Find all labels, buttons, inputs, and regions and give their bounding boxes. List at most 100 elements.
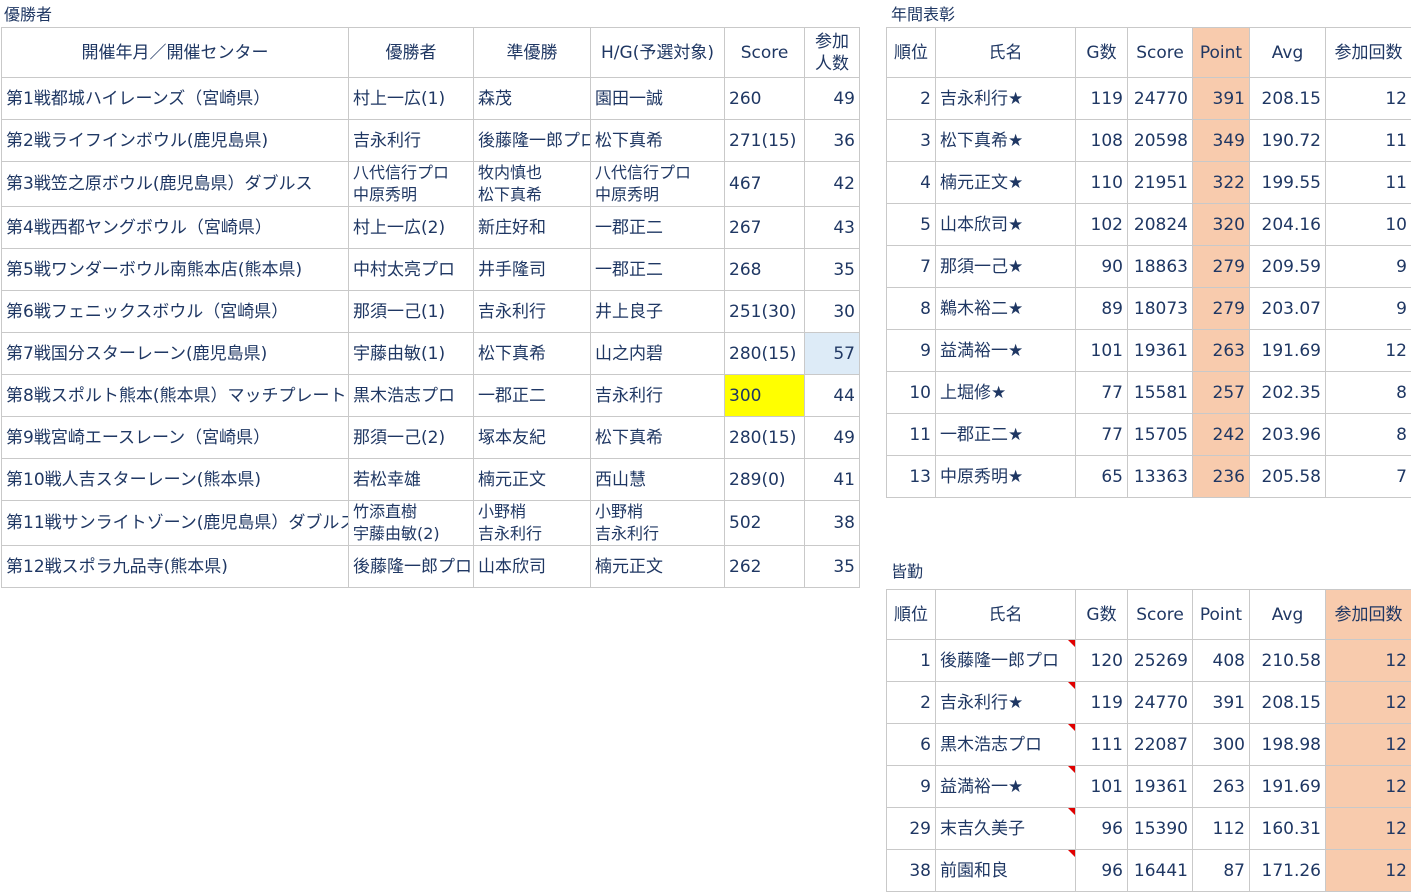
annual-games-cell[interactable]: 101 [1075, 329, 1128, 372]
attendance-point-cell[interactable]: 112 [1192, 807, 1250, 850]
attendance-count-cell[interactable]: 12 [1325, 765, 1411, 808]
annual-point-cell[interactable]: 242 [1192, 413, 1250, 456]
runner-cell[interactable]: 森茂 [473, 77, 591, 120]
annual-avg-cell[interactable]: 202.35 [1249, 371, 1326, 414]
annual-header-score[interactable]: Score [1127, 27, 1193, 78]
annual-name-cell[interactable]: 楠元正文★ [935, 161, 1076, 204]
participants-cell[interactable]: 49 [804, 416, 860, 459]
attendance-rank-cell[interactable]: 38 [886, 849, 936, 892]
attendance-point-cell[interactable]: 87 [1192, 849, 1250, 892]
header-participants[interactable]: 参加 人数 [804, 27, 860, 78]
annual-score-cell[interactable]: 15581 [1127, 371, 1193, 414]
winner-cell[interactable]: 吉永利行 [348, 119, 474, 162]
score-cell[interactable]: 289(0) [724, 458, 805, 501]
runner-cell[interactable]: 井手隆司 [473, 248, 591, 291]
hg-cell[interactable]: 園田一誠 [590, 77, 725, 120]
annual-count-cell[interactable]: 7 [1325, 455, 1411, 498]
header-winner[interactable]: 優勝者 [348, 27, 474, 78]
runner-cell[interactable]: 一郡正二 [473, 374, 591, 417]
annual-games-cell[interactable]: 77 [1075, 413, 1128, 456]
attendance-avg-cell[interactable]: 191.69 [1249, 765, 1326, 808]
attendance-header-score[interactable]: Score [1127, 589, 1193, 640]
attendance-score-cell[interactable]: 19361 [1127, 765, 1193, 808]
attendance-games-cell[interactable]: 111 [1075, 723, 1128, 766]
header-runner-up[interactable]: 準優勝 [473, 27, 591, 78]
event-cell[interactable]: 第7戦国分スターレーン(鹿児島県) [1, 332, 349, 375]
annual-point-cell[interactable]: 257 [1192, 371, 1250, 414]
attendance-name-cell[interactable]: 黒木浩志プロ [935, 723, 1076, 766]
annual-name-cell[interactable]: 益満裕一★ [935, 329, 1076, 372]
runner-cell[interactable]: 牧内慎也 松下真希 [473, 161, 591, 207]
annual-count-cell[interactable]: 8 [1325, 413, 1411, 456]
event-cell[interactable]: 第9戦宮崎エースレーン（宮崎県） [1, 416, 349, 459]
annual-games-cell[interactable]: 89 [1075, 287, 1128, 330]
participants-cell[interactable]: 42 [804, 161, 860, 207]
participants-cell[interactable]: 43 [804, 206, 860, 249]
annual-score-cell[interactable]: 24770 [1127, 77, 1193, 120]
attendance-games-cell[interactable]: 119 [1075, 681, 1128, 724]
annual-name-cell[interactable]: 一郡正二★ [935, 413, 1076, 456]
participants-cell[interactable]: 35 [804, 248, 860, 291]
comment-marker-icon[interactable] [1068, 850, 1075, 857]
annual-rank-cell[interactable]: 7 [886, 245, 936, 288]
winner-cell[interactable]: 中村太亮プロ [348, 248, 474, 291]
event-cell[interactable]: 第8戦スポルト熊本(熊本県）マッチプレートーナメント [1, 374, 349, 417]
annual-point-cell[interactable]: 263 [1192, 329, 1250, 372]
winner-cell[interactable]: 那須一己(1) [348, 290, 474, 333]
runner-cell[interactable]: 松下真希 [473, 332, 591, 375]
participants-cell[interactable]: 38 [804, 500, 860, 546]
participants-cell[interactable]: 35 [804, 545, 860, 588]
attendance-count-cell[interactable]: 12 [1325, 807, 1411, 850]
attendance-rank-cell[interactable]: 2 [886, 681, 936, 724]
event-cell[interactable]: 第6戦フェニックスボウル（宮崎県） [1, 290, 349, 333]
annual-games-cell[interactable]: 108 [1075, 119, 1128, 162]
hg-cell[interactable]: 楠元正文 [590, 545, 725, 588]
participants-cell[interactable]: 30 [804, 290, 860, 333]
runner-cell[interactable]: 小野梢 吉永利行 [473, 500, 591, 546]
hg-cell[interactable]: 西山慧 [590, 458, 725, 501]
annual-count-cell[interactable]: 9 [1325, 245, 1411, 288]
attendance-rank-cell[interactable]: 29 [886, 807, 936, 850]
hg-cell[interactable]: 松下真希 [590, 416, 725, 459]
hg-cell[interactable]: 小野梢 吉永利行 [590, 500, 725, 546]
annual-point-cell[interactable]: 236 [1192, 455, 1250, 498]
annual-name-cell[interactable]: 山本欣司★ [935, 203, 1076, 246]
hg-cell[interactable]: 八代信行プロ 中原秀明 [590, 161, 725, 207]
annual-header-name[interactable]: 氏名 [935, 27, 1076, 78]
annual-rank-cell[interactable]: 11 [886, 413, 936, 456]
attendance-name-cell[interactable]: 吉永利行★ [935, 681, 1076, 724]
annual-count-cell[interactable]: 8 [1325, 371, 1411, 414]
annual-avg-cell[interactable]: 203.96 [1249, 413, 1326, 456]
attendance-count-cell[interactable]: 12 [1325, 681, 1411, 724]
event-cell[interactable]: 第4戦西都ヤングボウル（宮崎県） [1, 206, 349, 249]
annual-name-cell[interactable]: 吉永利行★ [935, 77, 1076, 120]
annual-count-cell[interactable]: 12 [1325, 77, 1411, 120]
attendance-games-cell[interactable]: 96 [1075, 849, 1128, 892]
annual-rank-cell[interactable]: 13 [886, 455, 936, 498]
comment-marker-icon[interactable] [1068, 766, 1075, 773]
annual-count-cell[interactable]: 11 [1325, 119, 1411, 162]
annual-rank-cell[interactable]: 3 [886, 119, 936, 162]
winner-cell[interactable]: 村上一広(1) [348, 77, 474, 120]
attendance-point-cell[interactable]: 300 [1192, 723, 1250, 766]
participants-cell[interactable]: 57 [804, 332, 860, 375]
annual-rank-cell[interactable]: 10 [886, 371, 936, 414]
attendance-score-cell[interactable]: 15390 [1127, 807, 1193, 850]
annual-score-cell[interactable]: 20598 [1127, 119, 1193, 162]
participants-cell[interactable]: 41 [804, 458, 860, 501]
attendance-name-cell[interactable]: 益満裕一★ [935, 765, 1076, 808]
hg-cell[interactable]: 一郡正二 [590, 206, 725, 249]
annual-score-cell[interactable]: 18863 [1127, 245, 1193, 288]
annual-point-cell[interactable]: 391 [1192, 77, 1250, 120]
event-cell[interactable]: 第12戦スポラ九品寺(熊本県) [1, 545, 349, 588]
winner-cell[interactable]: 村上一広(2) [348, 206, 474, 249]
annual-score-cell[interactable]: 15705 [1127, 413, 1193, 456]
score-cell[interactable]: 262 [724, 545, 805, 588]
score-cell[interactable]: 268 [724, 248, 805, 291]
score-cell[interactable]: 280(15) [724, 416, 805, 459]
winner-cell[interactable]: 那須一己(2) [348, 416, 474, 459]
runner-cell[interactable]: 吉永利行 [473, 290, 591, 333]
attendance-rank-cell[interactable]: 6 [886, 723, 936, 766]
annual-name-cell[interactable]: 鵜木裕二★ [935, 287, 1076, 330]
annual-score-cell[interactable]: 21951 [1127, 161, 1193, 204]
